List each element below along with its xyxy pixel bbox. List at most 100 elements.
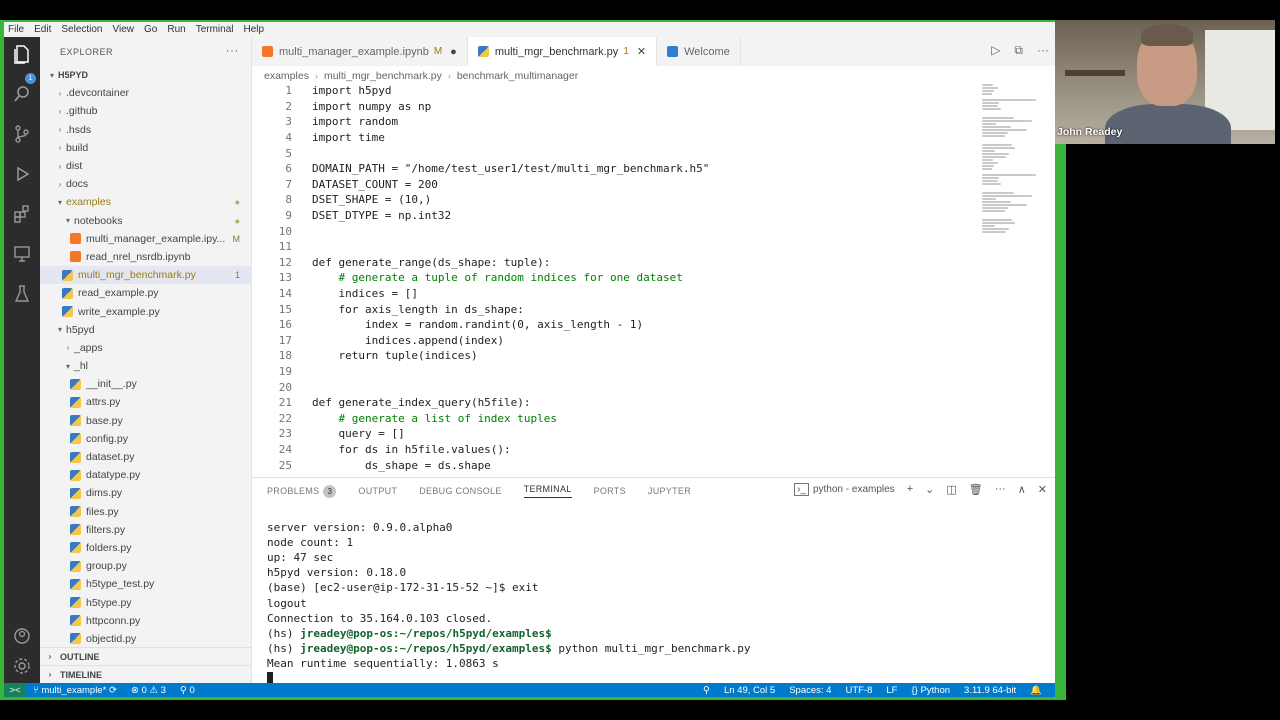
panel-tab-debug-console[interactable]: DEBUG CONSOLE bbox=[419, 486, 501, 496]
close-panel-icon[interactable]: ✕ bbox=[1038, 483, 1047, 496]
editor-tabs: multi_manager_example.ipynb M ● multi_mgr_b… bbox=[252, 37, 1055, 66]
minimap-line bbox=[982, 135, 1005, 137]
line-number: 8 bbox=[285, 193, 292, 207]
tree-item[interactable]: config.py bbox=[40, 430, 252, 448]
indentation[interactable]: Spaces: 4 bbox=[782, 685, 838, 696]
testing-icon[interactable] bbox=[11, 283, 33, 305]
panel-tab-output[interactable]: OUTPUT bbox=[358, 486, 397, 496]
panel-tab-problems[interactable]: PROBLEMS 3 bbox=[267, 484, 337, 498]
maximize-panel-icon[interactable]: ∧ bbox=[1018, 483, 1026, 496]
cursor-position[interactable]: Ln 49, Col 5 bbox=[717, 685, 782, 696]
run-debug-icon[interactable] bbox=[11, 163, 33, 185]
tree-item[interactable]: › .devcontainer bbox=[40, 84, 252, 102]
bell-icon[interactable]: 🔔 bbox=[1023, 685, 1049, 696]
tab-welcome[interactable]: Welcome bbox=[657, 37, 741, 66]
menu-go[interactable]: Go bbox=[140, 24, 163, 35]
split-editor-icon[interactable]: ⧉ bbox=[1014, 43, 1023, 58]
menu-run[interactable]: Run bbox=[163, 24, 191, 35]
tree-item[interactable]: ▾ _hl bbox=[40, 357, 252, 375]
panel-tab-terminal[interactable]: TERMINAL bbox=[523, 484, 572, 498]
extensions-icon[interactable] bbox=[11, 203, 33, 225]
tree-item[interactable]: read_nrel_nsrdb.ipynb bbox=[40, 248, 252, 266]
tree-item[interactable]: attrs.py bbox=[40, 393, 252, 411]
tree-item[interactable]: multi_manager_example.ipy... M bbox=[40, 230, 252, 248]
tree-item[interactable]: dataset.py bbox=[40, 448, 252, 466]
more-actions-icon[interactable]: ··· bbox=[1037, 43, 1049, 58]
tree-item[interactable]: base.py bbox=[40, 412, 252, 430]
ports-indicator[interactable]: ⚲ 0 bbox=[173, 685, 202, 696]
tree-item[interactable]: › build bbox=[40, 139, 252, 157]
unsaved-dot-icon[interactable]: ● bbox=[450, 46, 457, 58]
minimap-line bbox=[982, 147, 1016, 149]
tree-item[interactable]: filters.py bbox=[40, 521, 252, 539]
account-icon[interactable] bbox=[11, 625, 33, 647]
breadcrumb-item[interactable]: multi_mgr_benchmark.py bbox=[324, 70, 442, 82]
menu-help[interactable]: Help bbox=[240, 24, 271, 35]
more-actions-icon[interactable]: ··· bbox=[226, 43, 240, 57]
python-interpreter[interactable]: 3.11.9 64-bit bbox=[957, 685, 1023, 696]
tree-item[interactable]: ▾ h5pyd bbox=[40, 321, 252, 339]
tree-item[interactable]: › .github bbox=[40, 102, 252, 120]
remote-explorer-icon[interactable] bbox=[11, 243, 33, 265]
tree-item[interactable]: › .hsds bbox=[40, 121, 252, 139]
code-editor[interactable]: 1 import h5pyd 2 import numpy as np 3 import … bbox=[252, 83, 982, 477]
menu-view[interactable]: View bbox=[109, 24, 141, 35]
python-file-icon bbox=[70, 506, 81, 518]
close-icon[interactable]: ✕ bbox=[637, 45, 646, 58]
tree-item[interactable]: › dist bbox=[40, 157, 252, 175]
tree-item[interactable]: › docs bbox=[40, 175, 252, 193]
git-branch[interactable]: ⑂ multi_example* ⟳ bbox=[26, 685, 124, 696]
end-of-line[interactable]: LF bbox=[879, 685, 904, 696]
search-icon[interactable] bbox=[11, 83, 33, 105]
tree-item[interactable]: httpconn.py bbox=[40, 612, 252, 630]
outline-section[interactable]: › OUTLINE bbox=[40, 647, 252, 665]
tree-item[interactable]: group.py bbox=[40, 557, 252, 575]
more-actions-icon[interactable]: ··· bbox=[995, 483, 1006, 496]
tree-item[interactable]: h5type.py bbox=[40, 593, 252, 611]
terminal-output[interactable]: server version: 0.9.0.alpha0 node count: … bbox=[267, 520, 1047, 686]
problems-indicator[interactable]: ⊗ 0 ⚠ 3 bbox=[124, 685, 173, 696]
tree-item[interactable]: ▾ examples ● bbox=[40, 193, 252, 211]
timeline-section[interactable]: › TIMELINE bbox=[40, 665, 252, 683]
minimap-line bbox=[982, 84, 993, 86]
tree-item[interactable]: ▾ notebooks ● bbox=[40, 212, 252, 230]
menu-edit[interactable]: Edit bbox=[30, 24, 57, 35]
menu-file[interactable]: File bbox=[4, 24, 30, 35]
tree-item[interactable]: multi_mgr_benchmark.py 1 bbox=[40, 266, 252, 285]
tree-item[interactable]: files.py bbox=[40, 503, 252, 521]
tree-root-h5pyd[interactable]: ▾ H5PYD bbox=[40, 66, 252, 84]
tree-item[interactable]: folders.py bbox=[40, 539, 252, 557]
menu-selection[interactable]: Selection bbox=[57, 24, 108, 35]
activity-bar: 1 bbox=[4, 37, 40, 683]
zoom-icon[interactable]: ⚲ bbox=[696, 685, 717, 696]
language-mode[interactable]: {} Python bbox=[904, 685, 957, 696]
run-icon[interactable]: ▷ bbox=[991, 43, 1000, 58]
files-icon[interactable] bbox=[11, 43, 33, 65]
terminal-name[interactable]: python - examples bbox=[813, 484, 895, 495]
tree-item[interactable]: write_example.py bbox=[40, 302, 252, 320]
new-terminal-icon[interactable]: + bbox=[907, 483, 913, 496]
minimap[interactable] bbox=[982, 83, 1052, 243]
minimap-line bbox=[982, 111, 984, 113]
tree-item[interactable]: h5type_test.py bbox=[40, 575, 252, 593]
source-control-icon[interactable] bbox=[11, 123, 33, 145]
panel-tab-jupyter[interactable]: JUPYTER bbox=[648, 486, 691, 496]
encoding[interactable]: UTF-8 bbox=[838, 685, 879, 696]
trash-icon[interactable]: 🗑 bbox=[969, 483, 983, 496]
tab-multi-mgr-benchmark-py[interactable]: multi_mgr_benchmark.py 1 ✕ bbox=[467, 37, 658, 66]
panel-tab-ports[interactable]: PORTS bbox=[594, 486, 626, 496]
menu-terminal[interactable]: Terminal bbox=[192, 24, 240, 35]
terminal-dropdown-icon[interactable]: ⌄ bbox=[925, 483, 934, 496]
split-terminal-icon[interactable]: ◫ bbox=[946, 483, 956, 496]
remote-indicator[interactable]: >< bbox=[4, 683, 26, 697]
tree-item[interactable]: read_example.py bbox=[40, 284, 252, 302]
tree-item[interactable]: dims.py bbox=[40, 484, 252, 502]
tab-multi-manager-example-ipynb[interactable]: multi_manager_example.ipynb M ● bbox=[252, 37, 468, 66]
breadcrumb-item[interactable]: benchmark_multimanager bbox=[457, 70, 578, 82]
tree-item[interactable]: datatype.py bbox=[40, 466, 252, 484]
tree-item[interactable]: › _apps bbox=[40, 339, 252, 357]
tree-item[interactable]: objectid.py bbox=[40, 630, 252, 646]
breadcrumb-item[interactable]: examples bbox=[264, 70, 309, 82]
gear-icon[interactable] bbox=[11, 655, 33, 677]
tree-item[interactable]: __init__.py bbox=[40, 375, 252, 393]
